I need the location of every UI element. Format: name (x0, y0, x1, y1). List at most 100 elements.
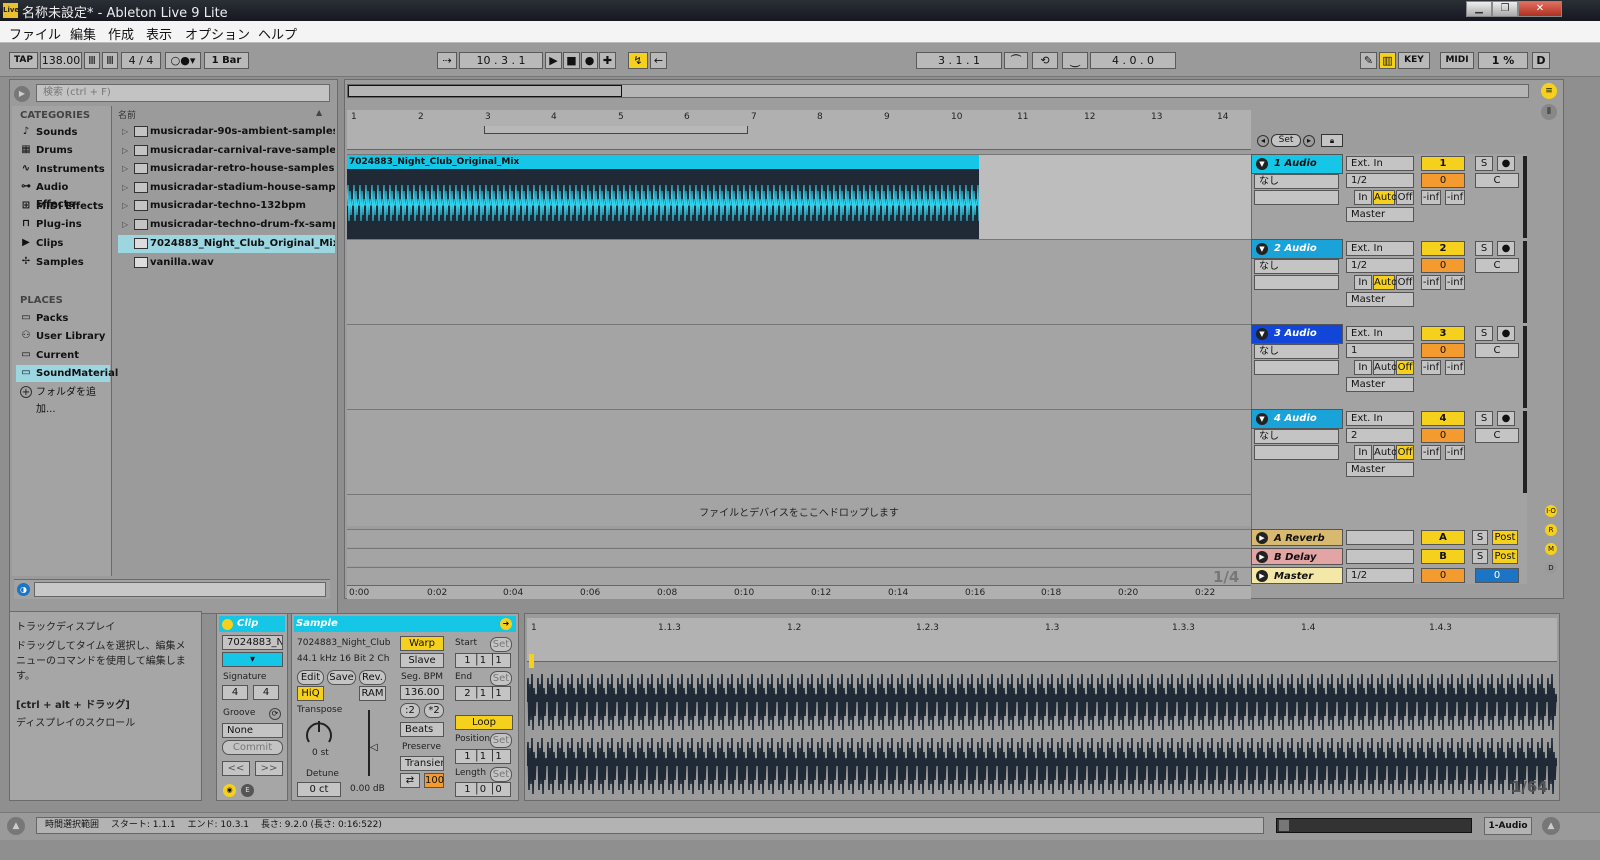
expand-arrow-icon[interactable]: ▷ (122, 123, 128, 141)
audio-from-menu[interactable]: Ext. In (1346, 411, 1414, 426)
input-channel-menu[interactable]: 2 (1346, 428, 1414, 443)
arrangement-position[interactable]: 10 . 3 . 1 (459, 52, 543, 69)
return-input-field[interactable] (1346, 530, 1414, 545)
signature-denominator[interactable]: 4 (253, 685, 279, 700)
mixer-toggle-icon[interactable]: M (1545, 543, 1557, 555)
menu-options[interactable]: オプション (185, 24, 250, 43)
lock-icon[interactable]: 🔒︎ (1321, 134, 1343, 147)
end-field[interactable]: 2 │1 │1 (455, 686, 511, 701)
monitor-off-button[interactable]: Off (1396, 445, 1414, 460)
io-toggle-icon[interactable]: I·O (1545, 505, 1557, 517)
track-activator[interactable]: 3 (1421, 326, 1465, 341)
automation-arm-button[interactable]: ↯ (628, 52, 648, 69)
grid-fraction[interactable]: 1/4 (1213, 568, 1239, 586)
play-button[interactable]: ▶ (545, 52, 562, 69)
arm-record-button[interactable]: ● (1497, 326, 1515, 341)
expand-arrow-icon[interactable]: ▷ (122, 179, 128, 197)
time-ruler[interactable]: 0:00 0:02 0:04 0:06 0:08 0:10 0:12 0:14 … (347, 585, 1251, 599)
place-packs[interactable]: ▭ Packs (16, 310, 110, 327)
loop-button[interactable]: Loop (455, 715, 513, 730)
punch-in-button[interactable]: ⏜ (1004, 52, 1028, 69)
track-lane-3[interactable] (347, 324, 1251, 409)
track-input-field[interactable] (1254, 275, 1339, 290)
audio-from-menu[interactable]: Ext. In (1346, 241, 1414, 256)
place-user-library[interactable]: ⚇ User Library (16, 328, 110, 345)
stop-button[interactable]: ■ (563, 52, 580, 69)
track-activator[interactable]: 1 (1421, 156, 1465, 171)
solo-button[interactable]: S (1472, 530, 1488, 545)
solo-button[interactable]: S (1472, 549, 1488, 564)
loop-start-field[interactable]: 3 . 1 . 1 (916, 52, 1002, 69)
fold-icon[interactable]: ▼ (1256, 158, 1268, 170)
draw-mode-button[interactable]: ✎ (1360, 52, 1377, 69)
cpu-scroll-slider[interactable] (1276, 818, 1472, 833)
session-view-toggle-icon[interactable]: ⦀ (1541, 104, 1557, 120)
track-volume[interactable]: 0 (1421, 343, 1465, 358)
return-track-b[interactable]: ▶ B Delay (1251, 548, 1343, 565)
menu-edit[interactable]: 編集 (70, 24, 96, 43)
set-end-button[interactable]: Set (490, 671, 512, 686)
envelope-field[interactable]: 100 (424, 773, 444, 788)
groove-hotswap-icon[interactable]: ⟳ (269, 708, 281, 720)
start-field[interactable]: 1 │1 │1 (455, 653, 511, 668)
fold-icon[interactable]: ▶ (1256, 551, 1268, 563)
clip-prev-button[interactable]: << (222, 761, 250, 776)
set-locator-button[interactable]: Set (1271, 134, 1301, 147)
sample-ruler[interactable] (527, 618, 1557, 662)
set-position-button[interactable]: Set (490, 733, 512, 748)
menu-create[interactable]: 作成 (108, 24, 134, 43)
track-header-3[interactable]: ▼ 3 Audio (1251, 324, 1343, 344)
midi-map-button[interactable]: MIDI (1440, 52, 1474, 69)
double-tempo-button[interactable]: *2 (424, 703, 444, 718)
input-type-menu[interactable]: なし (1254, 429, 1339, 444)
returns-toggle-icon[interactable]: R (1545, 524, 1557, 536)
loop-mode-menu[interactable]: ⇄ (400, 773, 420, 788)
expand-arrow-icon[interactable]: ▷ (122, 160, 128, 178)
position-field[interactable]: 1 │1 │1 (455, 749, 511, 764)
monitor-auto-button[interactable]: Auto (1373, 360, 1397, 375)
fold-icon[interactable]: ▶ (1256, 570, 1268, 582)
input-type-menu[interactable]: なし (1254, 259, 1339, 274)
signature-numerator[interactable]: 4 (222, 685, 248, 700)
pan-knob[interactable]: C (1475, 343, 1519, 358)
folder-item[interactable]: ▷ musicradar-stadium-house-samples (118, 179, 335, 197)
slider-handle[interactable] (1279, 820, 1289, 831)
preview-field[interactable] (34, 582, 326, 597)
pan-knob[interactable]: C (1475, 428, 1519, 443)
expand-arrow-icon[interactable]: ▷ (122, 142, 128, 160)
detail-toggle-icon[interactable]: ▲ (1542, 817, 1560, 835)
quantization-menu[interactable]: 1 Bar (204, 52, 249, 69)
expand-arrow-icon[interactable]: ▷ (122, 216, 128, 234)
time-signature-field[interactable]: 4 / 4 (121, 52, 161, 69)
arm-record-button[interactable]: ● (1497, 156, 1515, 171)
audio-clip[interactable]: 7024883_Night_Club_Original_Mix (347, 155, 979, 239)
audio-from-menu[interactable]: Ext. In (1346, 156, 1414, 171)
track-activator[interactable]: 2 (1421, 241, 1465, 256)
master-volume[interactable]: 0 (1421, 568, 1465, 583)
launch-toggle-icon[interactable]: ◉ (223, 784, 236, 797)
info-toggle-icon[interactable]: ▲ (7, 817, 25, 835)
loop-brace[interactable] (484, 126, 748, 134)
track-activator[interactable]: 4 (1421, 411, 1465, 426)
audio-to-menu[interactable]: Master (1346, 292, 1414, 307)
return-lane-a[interactable] (347, 529, 1251, 547)
length-field[interactable]: 1 │0 │0 (455, 782, 511, 797)
add-folder-button[interactable]: + フォルダを追加... (16, 384, 110, 415)
overview-viewport[interactable] (348, 85, 622, 97)
seg-bpm-field[interactable]: 136.00 (400, 685, 444, 700)
return-track-a[interactable]: ▶ A Reverb (1251, 529, 1343, 546)
monitor-in-button[interactable]: In (1354, 190, 1372, 205)
computer-midi-keyboard-button[interactable]: ▥ (1379, 52, 1396, 69)
clip-color-menu[interactable]: ▾ (222, 652, 283, 667)
arm-record-button[interactable]: ● (1497, 411, 1515, 426)
delay-toggle-icon[interactable]: D (1545, 562, 1557, 574)
monitor-off-button[interactable]: Off (1396, 360, 1414, 375)
name-column-header[interactable]: 名前 (118, 108, 330, 121)
set-start-button[interactable]: Set (490, 637, 512, 652)
menu-view[interactable]: 表示 (146, 24, 172, 43)
category-instruments[interactable]: ∿ Instruments (16, 161, 110, 178)
fold-icon[interactable]: ▼ (1256, 243, 1268, 255)
start-marker-icon[interactable] (529, 654, 534, 668)
wave-zoom-fraction[interactable]: 1/64 (1511, 778, 1548, 796)
metronome-button[interactable]: ○●▾ (165, 52, 201, 69)
